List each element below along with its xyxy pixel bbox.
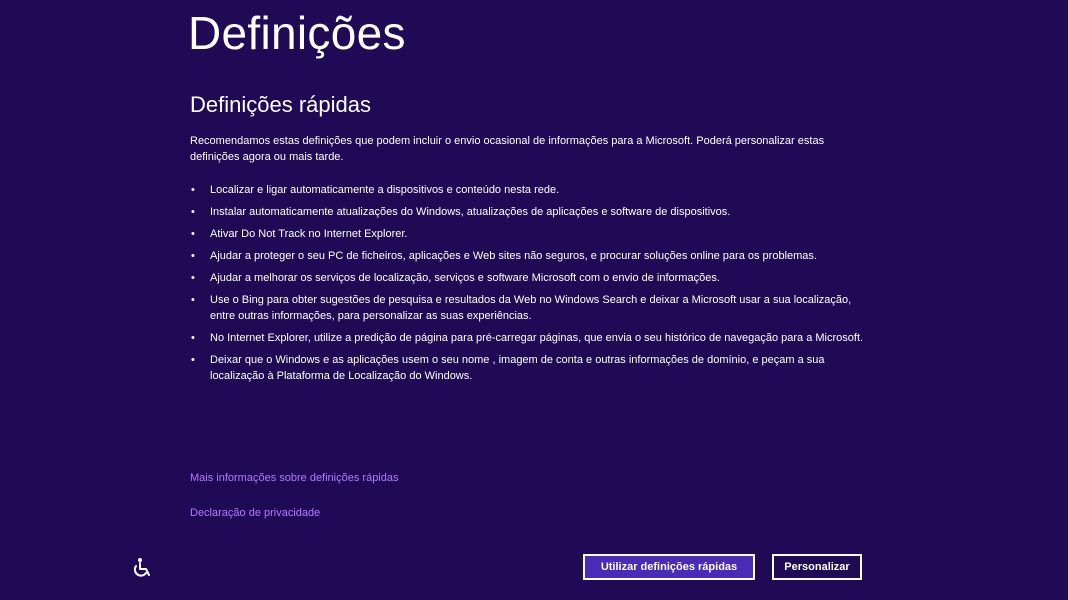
- more-info-link[interactable]: Mais informações sobre definições rápida…: [190, 472, 399, 484]
- customize-button[interactable]: Personalizar: [772, 554, 862, 580]
- ease-of-access-icon[interactable]: [131, 556, 153, 578]
- section-title: Definições rápidas: [190, 92, 371, 117]
- list-item: Localizar e ligar automaticamente a disp…: [190, 182, 870, 198]
- privacy-statement-link[interactable]: Declaração de privacidade: [190, 507, 320, 519]
- list-item: Ajudar a melhorar os serviços de localiz…: [190, 270, 870, 286]
- list-item: Ajudar a proteger o seu PC de ficheiros,…: [190, 248, 870, 264]
- list-item: Deixar que o Windows e as aplicações use…: [190, 352, 870, 384]
- intro-text: Recomendamos estas definições que podem …: [190, 135, 825, 163]
- list-item: No Internet Explorer, utilize a predição…: [190, 330, 870, 346]
- list-item: Use o Bing para obter sugestões de pesqu…: [190, 292, 870, 324]
- list-item: Instalar automaticamente atualizações do…: [190, 204, 870, 220]
- use-express-settings-button[interactable]: Utilizar definições rápidas: [583, 554, 755, 580]
- page-title: Definições: [188, 7, 406, 59]
- list-item: Ativar Do Not Track no Internet Explorer…: [190, 226, 870, 242]
- settings-list: Localizar e ligar automaticamente a disp…: [190, 182, 870, 390]
